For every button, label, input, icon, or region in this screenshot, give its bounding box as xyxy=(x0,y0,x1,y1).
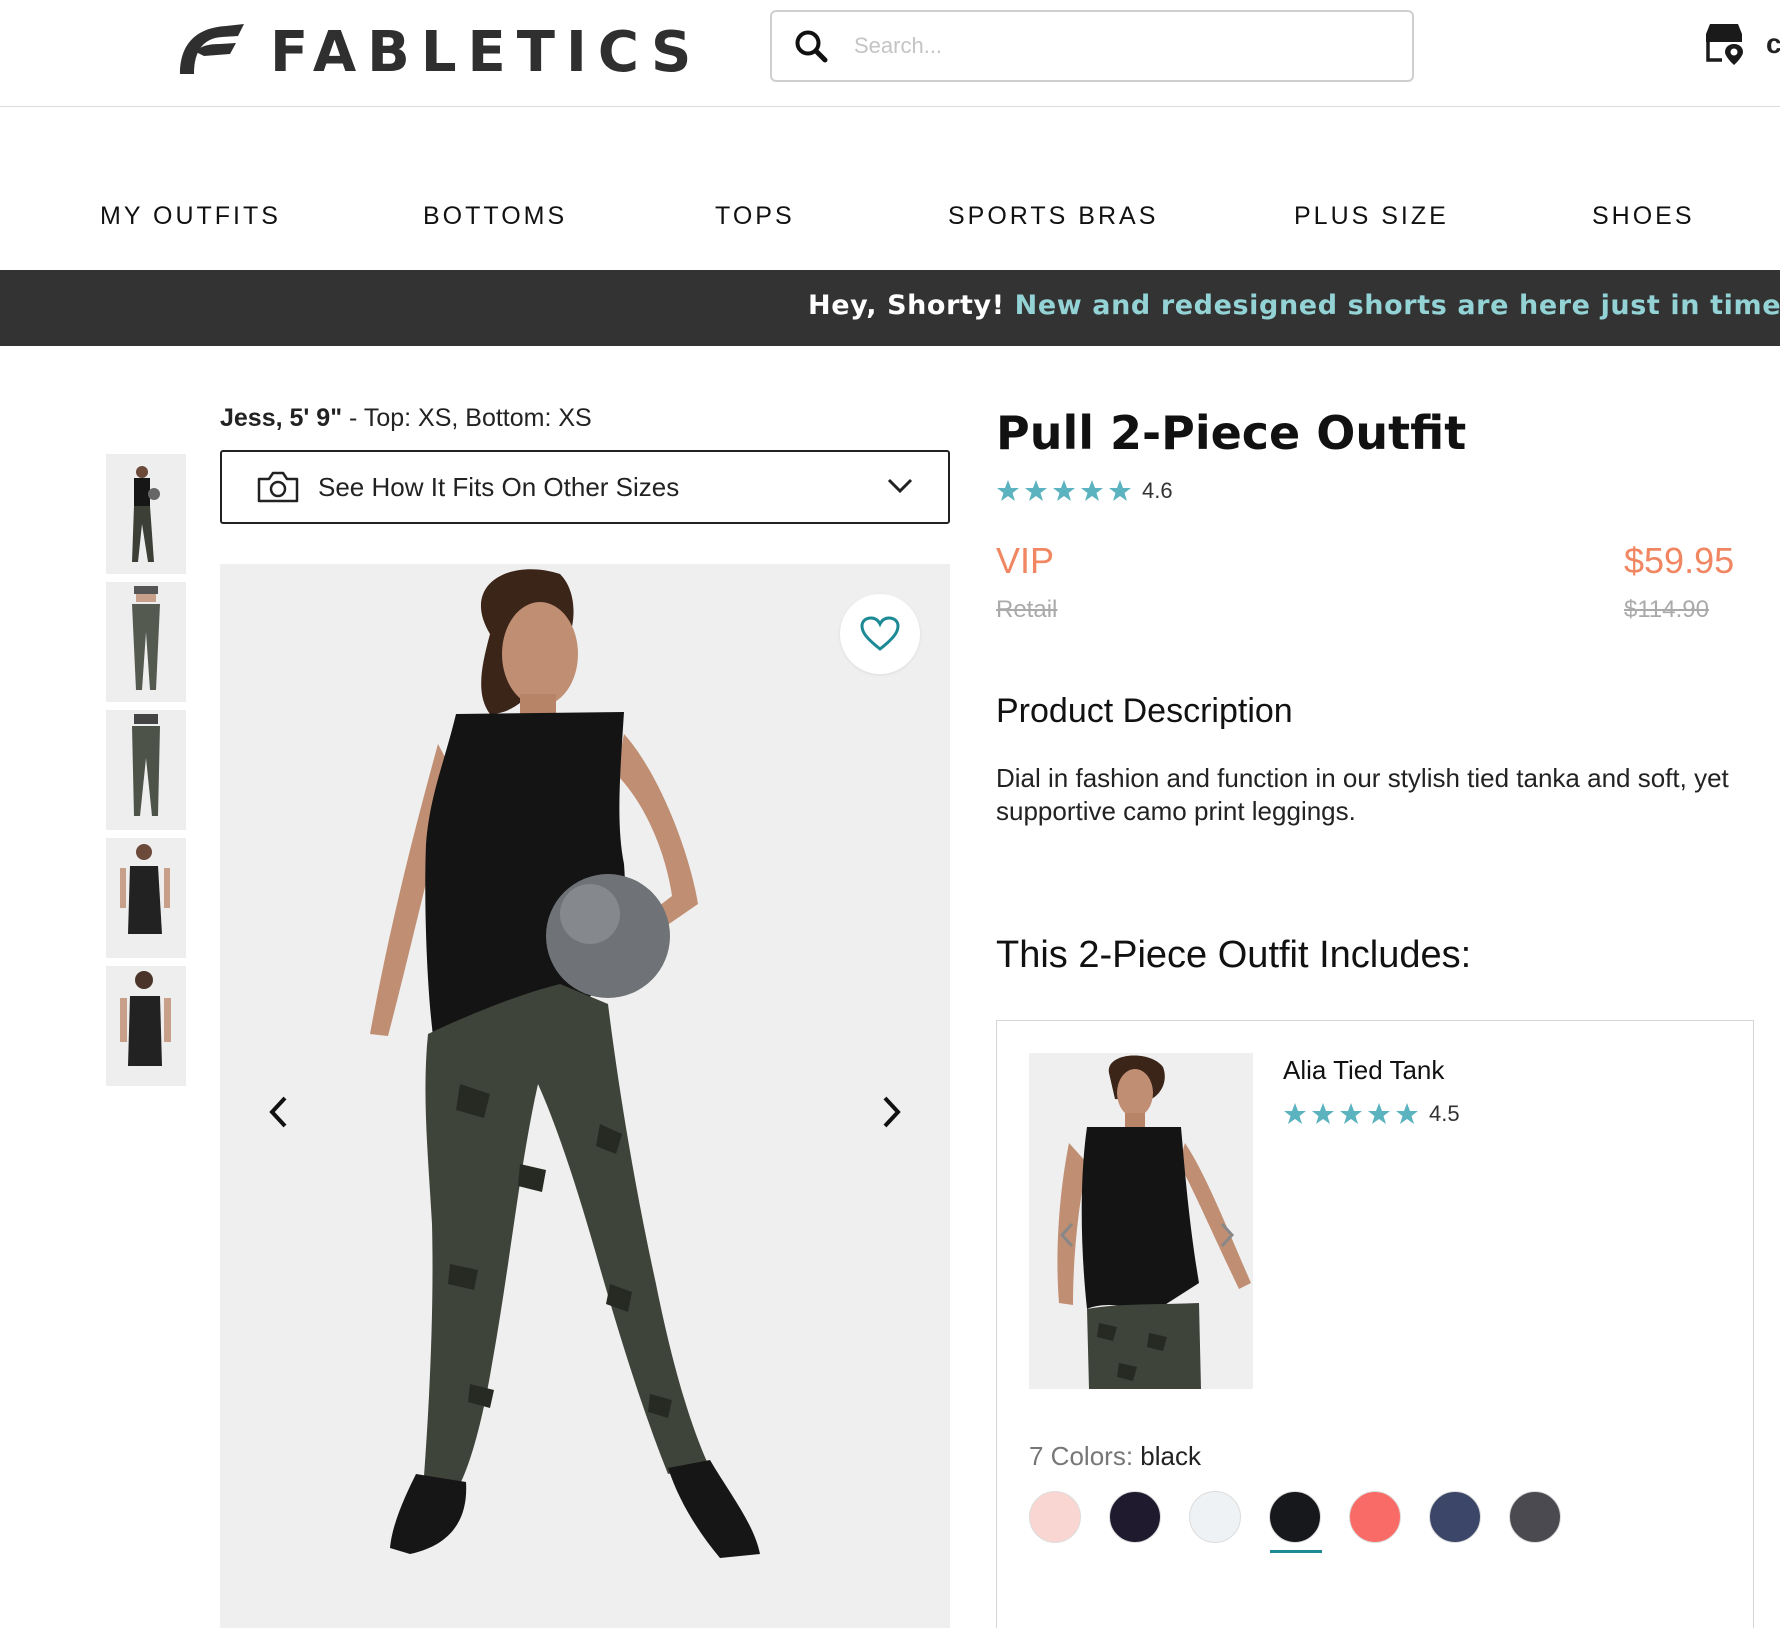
wishlist-button[interactable] xyxy=(840,594,920,674)
thumbnail-1[interactable] xyxy=(106,454,186,574)
color-swatch[interactable] xyxy=(1509,1491,1561,1543)
retail-price: $114.90 xyxy=(1624,596,1709,623)
thumbnail-2[interactable] xyxy=(106,582,186,702)
thumbnail-5[interactable] xyxy=(106,966,186,1086)
color-swatch[interactable] xyxy=(1029,1491,1081,1543)
fabletics-logo-icon xyxy=(180,24,244,74)
chevron-left-icon[interactable] xyxy=(1059,1221,1075,1249)
included-item-image[interactable] xyxy=(1029,1053,1253,1389)
retail-label: Retail xyxy=(996,596,1058,623)
star-icon xyxy=(1284,1103,1306,1124)
star-icon xyxy=(1368,1103,1390,1124)
main-nav: MY OUTFITS BOTTOMS TOPS SPORTS BRAS PLUS… xyxy=(0,108,1780,270)
nav-item-plus-size[interactable]: PLUS SIZE xyxy=(1294,202,1449,231)
nav-item-tops[interactable]: TOPS xyxy=(715,202,795,231)
star-icon xyxy=(1109,480,1131,501)
model-name: Jess, 5' 9" xyxy=(220,404,343,432)
thumbnail-strip xyxy=(106,454,186,1094)
fit-dropdown-label: See How It Fits On Other Sizes xyxy=(318,471,680,502)
color-swatch[interactable] xyxy=(1189,1491,1241,1543)
brand-logo[interactable]: FABLETICS xyxy=(174,16,702,82)
star-icon xyxy=(997,480,1019,501)
star-icon xyxy=(1053,480,1075,501)
rating-value: 4.6 xyxy=(1142,478,1173,503)
star-icon xyxy=(1312,1103,1334,1124)
colors-count: 7 Colors: xyxy=(1029,1441,1134,1471)
model-sizes: - Top: XS, Bottom: XS xyxy=(342,404,592,432)
brand-name: FABLETICS xyxy=(270,20,703,85)
chevron-right-icon[interactable] xyxy=(880,1094,904,1130)
promo-message: New and redesigned shorts are here just … xyxy=(1014,290,1780,321)
colors-label: 7 Colors: black xyxy=(1029,1441,1201,1472)
account-link-partial[interactable]: c xyxy=(1766,28,1780,60)
rating-value: 4.5 xyxy=(1429,1101,1460,1126)
promo-text: Hey, Shorty! New and redesigned shorts a… xyxy=(808,290,1780,321)
description-text: Dial in fashion and function in our styl… xyxy=(996,763,1729,826)
promo-lead: Hey, Shorty! xyxy=(808,290,1005,321)
included-item-card: Alia Tied Tank 4.5 7 Colors: black xyxy=(996,1020,1754,1628)
nav-item-bottoms[interactable]: BOTTOMS xyxy=(423,202,567,231)
star-icon xyxy=(1396,1103,1418,1124)
model-photo xyxy=(220,564,950,1628)
star-icon xyxy=(1081,480,1103,501)
search-box[interactable] xyxy=(770,10,1414,82)
chevron-down-icon xyxy=(887,478,913,494)
thumbnail-4[interactable] xyxy=(106,838,186,958)
model-size-info: Jess, 5' 9" - Top: XS, Bottom: XS xyxy=(220,404,592,433)
selected-color-name: black xyxy=(1140,1441,1201,1471)
description-heading: Product Description xyxy=(996,692,1293,730)
color-swatch-selected[interactable] xyxy=(1269,1491,1322,1553)
color-swatches xyxy=(1029,1491,1589,1553)
product-rating[interactable]: 4.6 xyxy=(996,478,1173,504)
site-header: FABLETICS c xyxy=(0,0,1780,107)
star-icon xyxy=(1340,1103,1362,1124)
color-swatch[interactable] xyxy=(1109,1491,1161,1543)
vip-label: VIP xyxy=(996,540,1055,581)
nav-item-sports-bras[interactable]: SPORTS BRAS xyxy=(948,202,1158,231)
included-item-rating[interactable]: 4.5 xyxy=(1283,1101,1460,1127)
color-swatch[interactable] xyxy=(1429,1491,1481,1543)
promo-banner[interactable]: Hey, Shorty! New and redesigned shorts a… xyxy=(0,270,1780,346)
heart-icon xyxy=(860,616,900,651)
thumbnail-3[interactable] xyxy=(106,710,186,830)
search-input[interactable] xyxy=(854,33,1374,59)
product-title: Pull 2-Piece Outfit xyxy=(996,406,1467,460)
nav-item-my-outfits[interactable]: MY OUTFITS xyxy=(100,202,281,231)
chevron-right-icon[interactable] xyxy=(1219,1221,1235,1249)
store-locator-icon[interactable] xyxy=(1702,20,1746,66)
includes-heading: This 2-Piece Outfit Includes: xyxy=(996,934,1472,976)
main-product-image[interactable] xyxy=(220,564,950,1628)
camera-icon xyxy=(257,471,299,503)
star-icon xyxy=(1025,480,1047,501)
nav-item-shoes[interactable]: SHOES xyxy=(1592,202,1695,231)
chevron-left-icon[interactable] xyxy=(266,1094,290,1130)
color-swatch[interactable] xyxy=(1349,1491,1401,1543)
search-icon[interactable] xyxy=(794,29,828,63)
included-item-name[interactable]: Alia Tied Tank xyxy=(1283,1055,1444,1086)
fit-sizes-dropdown[interactable]: See How It Fits On Other Sizes xyxy=(220,450,950,524)
vip-price: $59.95 xyxy=(1624,540,1735,581)
